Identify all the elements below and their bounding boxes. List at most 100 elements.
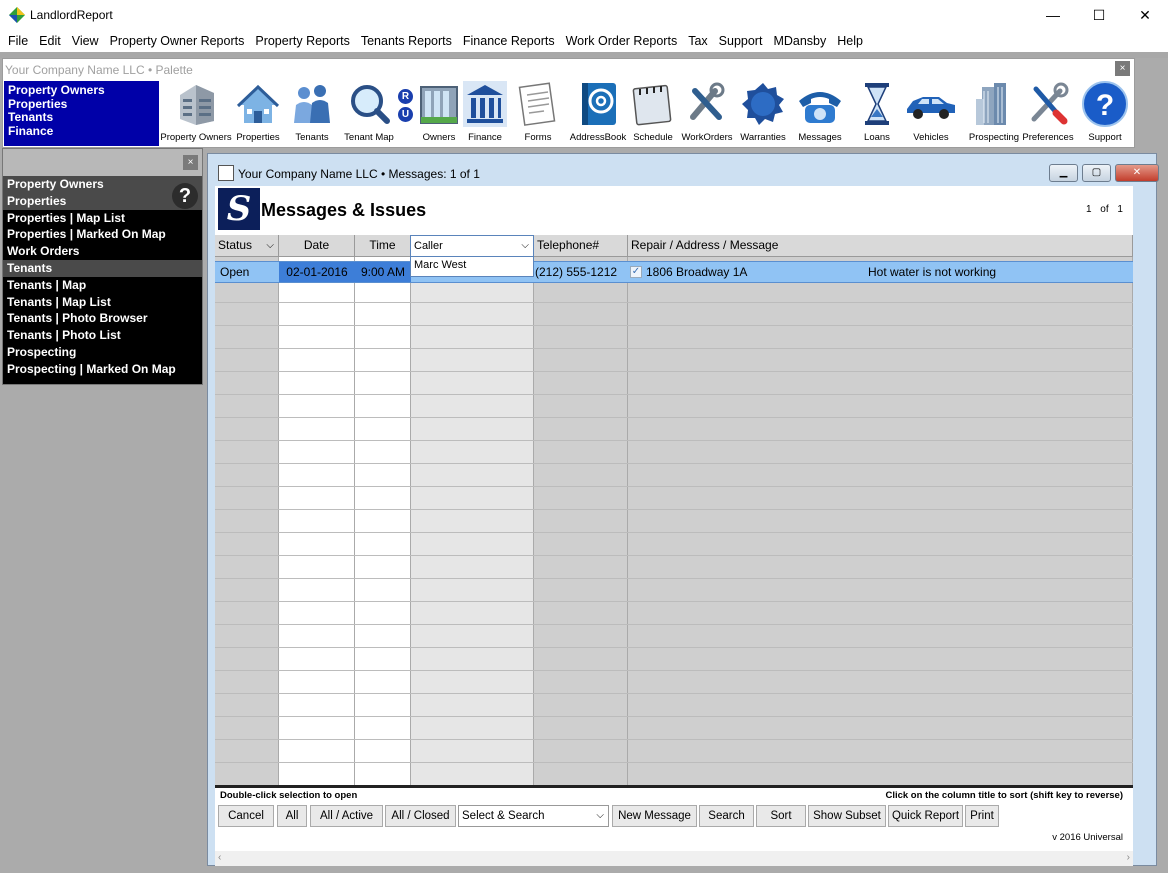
select-search-dropdown[interactable]: Select & Search ⌵ [458,805,609,827]
tool-property-owners[interactable]: Property Owners [158,81,234,143]
chevron-down-icon[interactable]: ⌵ [521,236,529,256]
all-active-button[interactable]: All / Active [310,805,383,827]
row-checkbox[interactable]: ✓ [630,266,642,278]
sidebar-item-tenants-map-list[interactable]: Tenants | Map List [3,294,202,311]
sidebar-item-tenants-map[interactable]: Tenants | Map [3,277,202,294]
palette-title: Your Company Name LLC • Palette [5,63,193,77]
all-button[interactable]: All [277,805,307,827]
wrench-screwdriver-icon [1026,81,1070,127]
cancel-button[interactable]: Cancel [218,805,274,827]
tool-label: WorkOrders [681,132,733,143]
tool-label: AddressBook [569,132,627,143]
ru-toggle[interactable]: R U [398,89,414,125]
scroll-right-icon[interactable]: › [1127,852,1130,863]
tool-label: Messages [798,132,842,143]
column-header-repair[interactable]: Repair / Address / Message [628,235,1133,257]
menu-support[interactable]: Support [715,34,770,48]
house-icon [236,81,280,127]
skyscraper-icon [972,81,1016,127]
tool-label: Warranties [740,132,786,143]
sidebar-item-properties-map-list[interactable]: Properties | Map List [3,210,202,227]
column-header-telephone[interactable]: Telephone# [534,235,628,257]
tool-vehicles[interactable]: Vehicles [903,81,959,143]
scroll-left-icon[interactable]: ‹ [218,852,221,863]
tool-tenant-map[interactable]: Tenant Map [339,81,399,143]
sidebar-item-prospecting[interactable]: Prospecting [3,344,202,361]
caller-dropdown-label: Caller [414,240,443,252]
tool-label: Properties [236,132,280,143]
sidebar-item-properties-marked-on-map[interactable]: Properties | Marked On Map [3,226,202,243]
tool-preferences[interactable]: Preferences [1019,81,1077,143]
all-closed-button[interactable]: All / Closed [385,805,456,827]
sort-button[interactable]: Sort [756,805,806,827]
menu-finance-reports[interactable]: Finance Reports [459,34,562,48]
search-button[interactable]: Search [699,805,754,827]
table-row[interactable]: Open 02-01-2016 9:00 AM Marc West (212) … [215,261,1133,283]
close-button[interactable]: ✕ [1122,0,1168,30]
column-header-date[interactable]: Date [279,235,355,257]
telephone-icon [793,81,847,127]
messages-footer: Double-click selection to open Click on … [215,785,1133,851]
caller-option[interactable]: Marc West [411,257,533,273]
mdi-restore-button[interactable]: ▢ [1082,164,1111,182]
palette-nav-property-owners[interactable]: Property Owners [8,83,159,98]
horizontal-scrollbar[interactable]: ‹ › [215,851,1133,866]
palette-nav-tenants[interactable]: Tenants [8,111,159,125]
tool-label: Owners [422,132,456,143]
chevron-down-icon[interactable]: ⌵ [596,806,604,826]
print-button[interactable]: Print [965,805,999,827]
tool-owners[interactable]: Owners [415,81,463,143]
tool-address-book[interactable]: AddressBook [567,81,629,143]
u-badge[interactable]: U [398,107,413,122]
sidebar-item-tenants-photo-list[interactable]: Tenants | Photo List [3,327,202,344]
menu-file[interactable]: File [4,34,35,48]
menu-tenants-reports[interactable]: Tenants Reports [357,34,459,48]
minimize-button[interactable]: — [1030,0,1076,30]
menu-work-order-reports[interactable]: Work Order Reports [562,34,685,48]
menu-view[interactable]: View [68,34,106,48]
menu-user[interactable]: MDansby [769,34,833,48]
tool-properties[interactable]: Properties [233,81,283,143]
quick-report-button[interactable]: Quick Report [888,805,963,827]
menu-edit[interactable]: Edit [35,34,68,48]
calendar-icon [631,81,675,127]
tool-finance[interactable]: Finance [463,81,507,143]
tool-work-orders[interactable]: WorkOrders [679,81,735,143]
palette-nav-finance[interactable]: Finance [8,124,159,139]
mdi-close-button[interactable]: ✕ [1115,164,1159,182]
sidebar-item-tenants-photo-browser[interactable]: Tenants | Photo Browser [3,310,202,327]
sidebar-item-prospecting-marked-on-map[interactable]: Prospecting | Marked On Map [3,361,202,378]
menu-help[interactable]: Help [833,34,870,48]
tool-messages[interactable]: Messages [791,81,849,143]
caller-dropdown[interactable]: Caller ⌵ Marc West [410,235,534,277]
menu-tax[interactable]: Tax [684,34,714,48]
tool-support[interactable]: ? Support [1077,81,1133,143]
menu-property-reports[interactable]: Property Reports [251,34,356,48]
tool-schedule[interactable]: Schedule [629,81,677,143]
mdi-minimize-button[interactable]: ▁ [1049,164,1078,182]
palette-nav-properties[interactable]: Properties [8,97,159,112]
column-header-label: Status [218,238,253,252]
tool-warranties[interactable]: Warranties [737,81,789,143]
maximize-button[interactable]: ☐ [1076,0,1122,30]
new-message-button[interactable]: New Message [612,805,697,827]
r-badge[interactable]: R [398,89,413,104]
chevron-down-icon[interactable]: ⌵ [266,235,274,256]
messages-window: Your Company Name LLC • Messages: 1 of 1… [207,153,1159,866]
sidebar-help-icon[interactable]: ? [172,183,198,209]
sidebar-item-tenants[interactable]: Tenants [3,259,202,277]
caller-dropdown-header[interactable]: Caller ⌵ [411,236,533,257]
column-header-time[interactable]: Time [355,235,411,257]
tool-prospecting[interactable]: Prospecting [965,81,1023,143]
palette-close-button[interactable]: × [1115,61,1130,76]
sidebar-close-button[interactable]: × [183,155,198,170]
tool-loans[interactable]: Loans [855,81,899,143]
show-subset-button[interactable]: Show Subset [808,805,886,827]
menu-property-owner-reports[interactable]: Property Owner Reports [106,34,252,48]
tool-tenants[interactable]: Tenants [287,81,337,143]
sidebar-item-work-orders[interactable]: Work Orders [3,243,202,260]
row-status: Open [220,265,250,279]
tool-forms[interactable]: Forms [513,81,563,143]
messages-grid: Status ⌵ Date Time Telephone# Repair / Ad… [215,235,1133,785]
column-header-status[interactable]: Status ⌵ [215,235,279,257]
